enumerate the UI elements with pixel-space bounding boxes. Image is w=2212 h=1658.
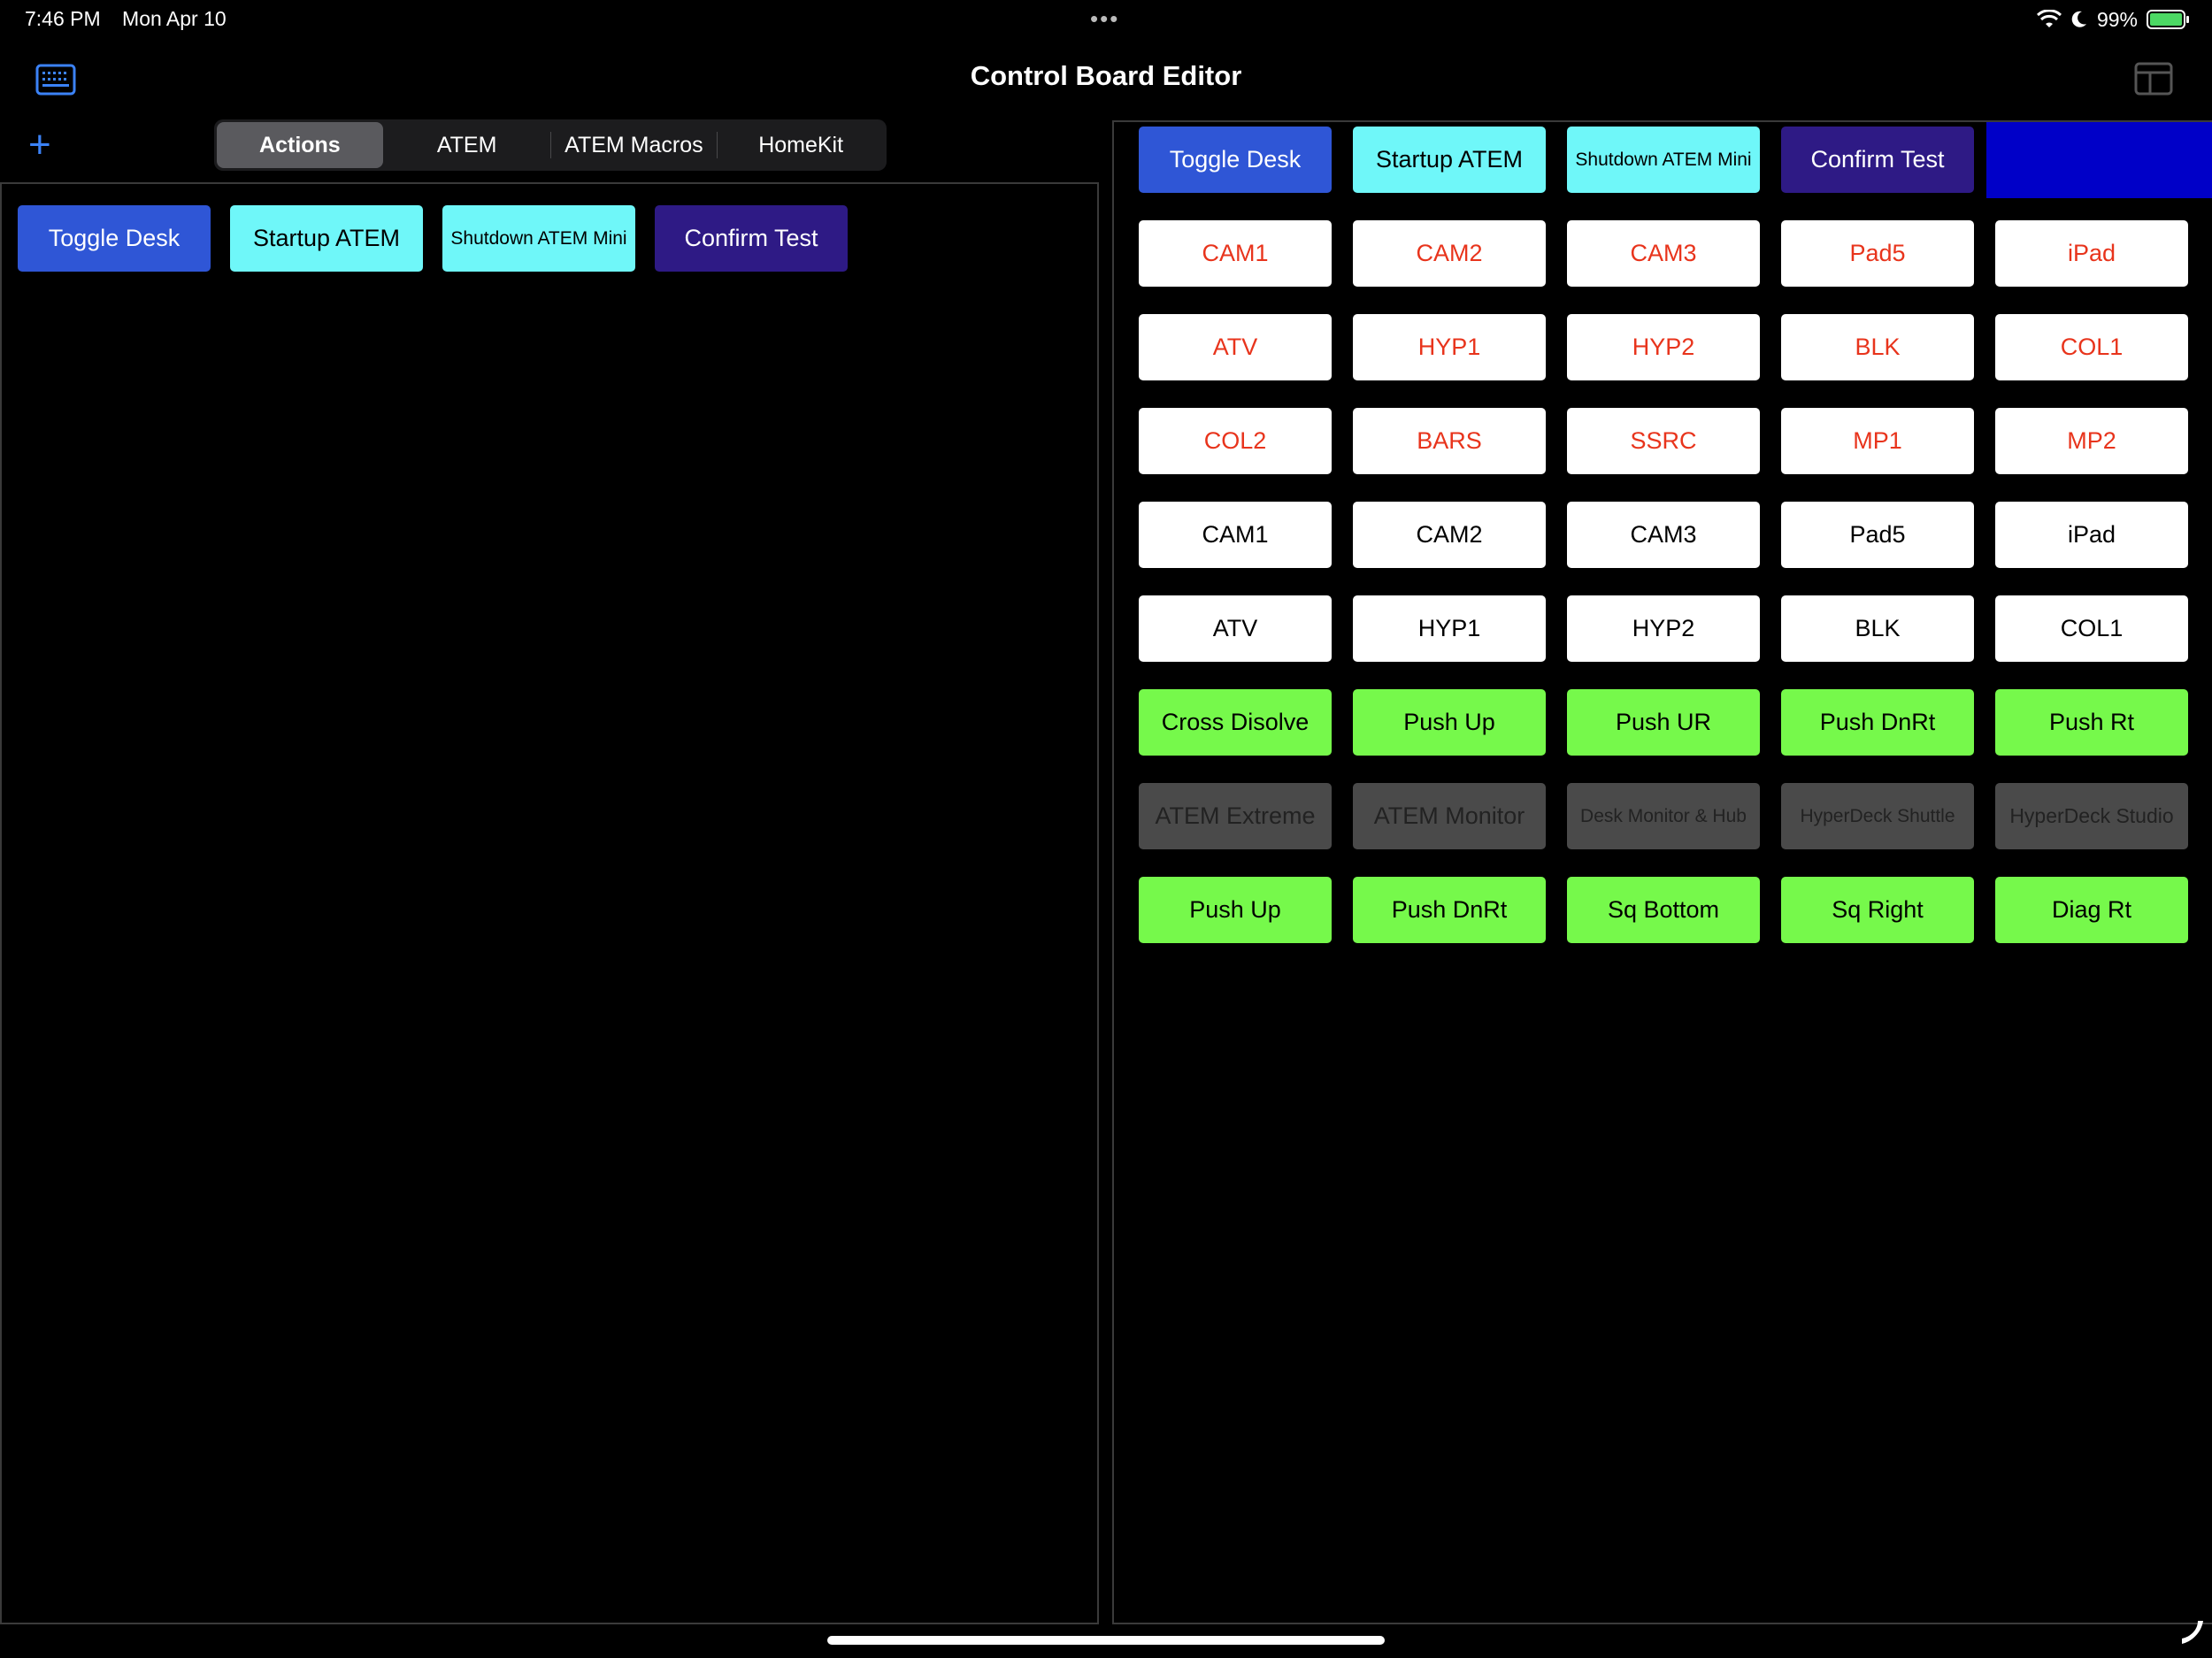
col1-button[interactable]: COL1 <box>1995 595 2188 662</box>
tab-homekit[interactable]: HomeKit <box>718 122 884 168</box>
pad5-button[interactable]: Pad5 <box>1781 502 1974 568</box>
ipad-button[interactable]: iPad <box>1995 220 2188 287</box>
hyperdeck-shuttle-button[interactable]: HyperDeck Shuttle <box>1781 783 1974 849</box>
col1-button[interactable]: COL1 <box>1995 314 2188 380</box>
wifi-icon <box>2036 10 2062 27</box>
segmented-control: Actions ATEM ATEM Macros HomeKit <box>214 119 887 171</box>
toggle-desk-button[interactable]: Toggle Desk <box>18 205 211 272</box>
ssrc-button[interactable]: SSRC <box>1567 408 1760 474</box>
multitasking-dots-icon[interactable]: ••• <box>1090 5 1119 33</box>
mp2-button[interactable]: MP2 <box>1995 408 2188 474</box>
status-indicators: 99% <box>2036 5 2189 34</box>
hyperdeck-studio-button[interactable]: HyperDeck Studio <box>1995 783 2188 849</box>
startup-atem-button[interactable]: Startup ATEM <box>1353 127 1546 193</box>
hyp1-button[interactable]: HYP1 <box>1353 314 1546 380</box>
sq-bottom-button[interactable]: Sq Bottom <box>1567 877 1760 943</box>
pad5-button[interactable]: Pad5 <box>1781 220 1974 287</box>
tab-atem[interactable]: ATEM <box>384 122 550 168</box>
keyboard-icon[interactable] <box>35 64 76 96</box>
col2-button[interactable]: COL2 <box>1139 408 1332 474</box>
desk-monitor-hub-button[interactable]: Desk Monitor & Hub <box>1567 783 1760 849</box>
control-board-panel: Toggle Desk Startup ATEM Shutdown ATEM Min… <box>1112 120 2212 1624</box>
bars-button[interactable]: BARS <box>1353 408 1546 474</box>
confirm-test-button[interactable]: Confirm Test <box>655 205 848 272</box>
atv-button[interactable]: ATV <box>1139 314 1332 380</box>
cam2-button[interactable]: CAM2 <box>1353 220 1546 287</box>
tab-atem-macros[interactable]: ATEM Macros <box>551 122 718 168</box>
status-date-text: Mon Apr 10 <box>122 7 227 30</box>
blk-button[interactable]: BLK <box>1781 595 1974 662</box>
home-indicator[interactable] <box>827 1636 1385 1645</box>
cam1-button[interactable]: CAM1 <box>1139 220 1332 287</box>
handset-icon[interactable] <box>2178 1617 2207 1646</box>
startup-atem-button[interactable]: Startup ATEM <box>230 205 423 272</box>
push-dnrt-button[interactable]: Push DnRt <box>1353 877 1546 943</box>
mp1-button[interactable]: MP1 <box>1781 408 1974 474</box>
status-time: 7:46 PM Mon Apr 10 <box>25 7 227 31</box>
push-up-button[interactable]: Push Up <box>1353 689 1546 756</box>
toggle-desk-button[interactable]: Toggle Desk <box>1139 127 1332 193</box>
shutdown-atem-mini-button[interactable]: Shutdown ATEM Mini <box>442 205 635 272</box>
push-ur-button[interactable]: Push UR <box>1567 689 1760 756</box>
sq-right-button[interactable]: Sq Right <box>1781 877 1974 943</box>
battery-icon <box>2147 10 2189 29</box>
moon-icon <box>2071 11 2086 27</box>
page-title: Control Board Editor <box>970 60 1242 91</box>
cross-disolve-button[interactable]: Cross Disolve <box>1139 689 1332 756</box>
atem-monitor-button[interactable]: ATEM Monitor <box>1353 783 1546 849</box>
ipad-button[interactable]: iPad <box>1995 502 2188 568</box>
hyp2-button[interactable]: HYP2 <box>1567 595 1760 662</box>
cam2-button[interactable]: CAM2 <box>1353 502 1546 568</box>
push-rt-button[interactable]: Push Rt <box>1995 689 2188 756</box>
confirm-test-button[interactable]: Confirm Test <box>1781 127 1974 193</box>
push-up-button[interactable]: Push Up <box>1139 877 1332 943</box>
atem-extreme-button[interactable]: ATEM Extreme <box>1139 783 1332 849</box>
cam3-button[interactable]: CAM3 <box>1567 502 1760 568</box>
blk-button[interactable]: BLK <box>1781 314 1974 380</box>
plus-icon[interactable]: + <box>28 126 51 165</box>
hyp2-button[interactable]: HYP2 <box>1567 314 1760 380</box>
layout-icon[interactable] <box>2134 62 2173 96</box>
battery-percent: 99% <box>2096 7 2138 31</box>
status-time-text: 7:46 PM <box>25 7 101 30</box>
cam3-button[interactable]: CAM3 <box>1567 220 1760 287</box>
atv-button[interactable]: ATV <box>1139 595 1332 662</box>
shutdown-atem-mini-button[interactable]: Shutdown ATEM Mini <box>1567 127 1760 193</box>
action-library-panel: Toggle Desk Startup ATEM Shutdown ATEM Min… <box>0 182 1099 1624</box>
cam1-button[interactable]: CAM1 <box>1139 502 1332 568</box>
battery-fill <box>2150 13 2182 26</box>
tab-actions[interactable]: Actions <box>217 122 383 168</box>
hyp1-button[interactable]: HYP1 <box>1353 595 1546 662</box>
diag-rt-button[interactable]: Diag Rt <box>1995 877 2188 943</box>
push-dnrt-button[interactable]: Push DnRt <box>1781 689 1974 756</box>
drop-target-slot[interactable] <box>1986 122 2212 198</box>
